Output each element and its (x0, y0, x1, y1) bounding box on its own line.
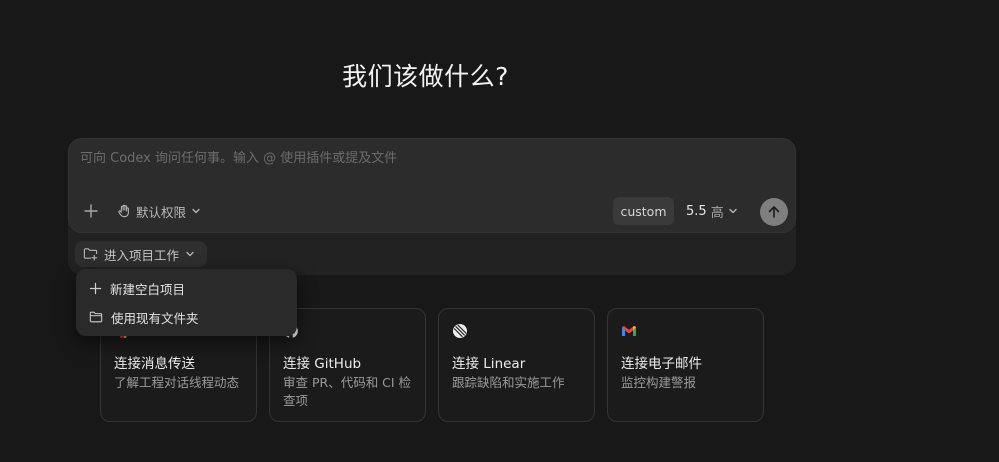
project-label: 进入项目工作 (104, 247, 180, 263)
composer: 默认权限 custom 5.5 高 (68, 138, 796, 233)
card-title: 连接 Linear (452, 356, 526, 372)
linear-icon (453, 324, 467, 338)
card-description: 了解工程对话线程动态 (114, 375, 240, 390)
use-existing-folder-item[interactable]: 使用现有文件夹 (76, 303, 297, 331)
project-dropdown[interactable]: 进入项目工作 (75, 241, 207, 267)
project-menu: 新建空白项目 使用现有文件夹 (76, 269, 297, 336)
page-title: 我们该做什么? (342, 62, 509, 91)
menu-item-label: 使用现有文件夹 (111, 310, 199, 326)
prompt-input[interactable] (80, 151, 780, 166)
menu-item-label: 新建空白项目 (110, 281, 186, 297)
card-description: 跟踪缺陷和实施工作 (452, 375, 565, 390)
chevron-down-icon (192, 208, 200, 214)
folder-add-icon (83, 248, 98, 261)
permission-dropdown[interactable]: 默认权限 (117, 201, 201, 221)
model-effort: 高 (710, 205, 724, 221)
custom-label: custom (620, 203, 667, 219)
plus-icon (84, 204, 98, 218)
permission-label: 默认权限 (136, 204, 187, 220)
card-title: 连接 GitHub (283, 356, 362, 372)
chevron-down-icon (186, 251, 194, 257)
hand-icon (118, 204, 129, 218)
model-version: 5.5 (686, 203, 707, 219)
folder-icon (89, 311, 103, 323)
codex-home: 我们该做什么? 默认权限 custom 5.5 高 (0, 0, 999, 462)
chevron-down-icon (729, 208, 737, 214)
send-button[interactable] (760, 198, 788, 226)
connect-email-card[interactable]: 连接电子邮件 监控构建警报 (607, 308, 764, 422)
arrow-up-icon (768, 206, 780, 218)
attach-button[interactable] (82, 202, 100, 220)
gmail-icon (622, 326, 636, 336)
new-blank-project-item[interactable]: 新建空白项目 (76, 274, 297, 302)
card-description: 审查 PR、代码和 CI 检查项 (283, 375, 412, 408)
custom-mode-chip[interactable]: custom (613, 197, 674, 225)
card-description: 监控构建警报 (621, 375, 697, 390)
model-selector[interactable]: 5.5 高 (686, 201, 738, 221)
card-title: 连接电子邮件 (621, 356, 702, 372)
plus-icon (89, 282, 102, 294)
card-title: 连接消息传送 (114, 356, 195, 372)
connect-linear-card[interactable]: 连接 Linear 跟踪缺陷和实施工作 (438, 308, 595, 422)
